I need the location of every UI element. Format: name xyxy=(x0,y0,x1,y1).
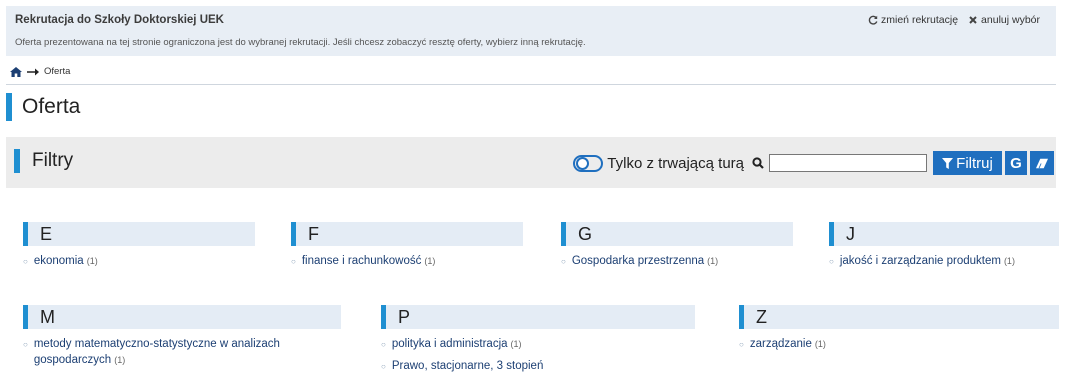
offer-count: (1) xyxy=(814,339,826,349)
filter-controls: Tylko z trwającą turą Filtruj G xyxy=(573,151,1054,175)
offer-link[interactable]: zarządzanie xyxy=(750,338,812,350)
bullet-icon: ○ xyxy=(561,257,566,266)
group-accent-bar xyxy=(561,222,566,246)
list-item: ○ finanse i rachunkowość (1) xyxy=(291,253,523,270)
group-header: E xyxy=(23,222,255,246)
ongoing-round-toggle[interactable] xyxy=(573,154,604,172)
group-header: F xyxy=(291,222,523,246)
list-item: ○ metody matematyczno-statystyczne w ana… xyxy=(23,336,341,368)
list-item: ○ jakość i zarządzanie produktem (1) xyxy=(829,253,1059,270)
offer-count: (1) xyxy=(707,256,719,266)
home-icon[interactable] xyxy=(10,66,22,77)
bullet-icon: ○ xyxy=(23,257,28,266)
letter-group-m: M ○ metody matematyczno-statystyczne w a… xyxy=(23,305,341,368)
group-letter: J xyxy=(846,224,855,244)
group-header: M xyxy=(23,305,341,329)
cancel-selection-link[interactable]: anuluj wybór xyxy=(968,14,1040,26)
change-recruitment-label: zmień rekrutację xyxy=(881,14,959,26)
offer-count: (1) xyxy=(1003,256,1015,266)
page-title: Oferta xyxy=(22,95,81,118)
offer-link[interactable]: finanse i rachunkowość xyxy=(302,255,422,267)
letter-group-j: J ○ jakość i zarządzanie produktem (1) xyxy=(829,222,1059,270)
breadcrumb-current: Oferta xyxy=(44,66,71,77)
funnel-icon xyxy=(942,157,954,169)
list-item: ○ ekonomia (1) xyxy=(23,253,255,270)
banner-actions: zmień rekrutację anuluj wybór xyxy=(868,14,1040,26)
offer-count: (1) xyxy=(114,355,126,365)
ongoing-round-label: Tylko z trwającą turą xyxy=(607,154,744,172)
clear-filters-button[interactable] xyxy=(1030,151,1054,175)
refresh-icon xyxy=(868,15,878,25)
list-item: ○ Gospodarka przestrzenna (1) xyxy=(561,253,793,270)
group-header: G xyxy=(561,222,793,246)
filter-button[interactable]: Filtruj xyxy=(933,151,1002,175)
offer-link[interactable]: ekonomia xyxy=(34,255,84,267)
search-input[interactable] xyxy=(769,154,927,172)
group-letter: M xyxy=(40,307,55,327)
page-title-block: Oferta xyxy=(6,93,80,121)
group-accent-bar xyxy=(381,305,386,329)
offer-count: (1) xyxy=(424,256,436,266)
group-header: P xyxy=(381,305,695,329)
breadcrumb: Oferta xyxy=(10,66,70,77)
bullet-icon: ○ xyxy=(829,257,834,266)
cancel-selection-label: anuluj wybór xyxy=(981,14,1040,26)
offer-link[interactable]: Gospodarka przestrzenna xyxy=(572,255,704,267)
filters-title: Filtry xyxy=(32,150,74,171)
letter-group-e: E ○ ekonomia (1) xyxy=(23,222,255,270)
list-item: ○ polityka i administracja (1) xyxy=(381,336,695,353)
group-accent-bar xyxy=(291,222,296,246)
group-letter: F xyxy=(308,224,319,244)
group-letter: E xyxy=(40,224,53,244)
list-item: ○ Prawo, stacjonarne, 3 stopień xyxy=(381,358,695,375)
filter-button-label: Filtruj xyxy=(956,154,993,172)
bullet-icon: ○ xyxy=(291,257,296,266)
letter-group-z: Z ○ zarządzanie (1) xyxy=(739,305,1059,353)
offer-link[interactable]: metody matematyczno-statystyczne w anali… xyxy=(34,338,280,366)
offer-link[interactable]: polityka i administracja xyxy=(392,338,508,350)
group-accent-bar xyxy=(739,305,744,329)
letter-group-p: P ○ polityka i administracja (1) ○ Prawo,… xyxy=(381,305,695,375)
arrow-right-icon xyxy=(27,68,39,75)
change-recruitment-link[interactable]: zmień rekrutację xyxy=(868,14,958,26)
group-letter: Z xyxy=(756,307,767,327)
bullet-icon: ○ xyxy=(739,340,744,349)
group-accent-bar xyxy=(829,222,834,246)
letter-group-f: F ○ finanse i rachunkowość (1) xyxy=(291,222,523,270)
recruitment-banner: Rekrutacja do Szkoły Doktorskiej UEK Ofe… xyxy=(6,6,1056,56)
filters-accent-bar xyxy=(14,149,20,173)
list-item: ○ zarządzanie (1) xyxy=(739,336,1059,353)
title-accent-bar xyxy=(6,93,12,121)
filters-title-block: Filtry xyxy=(14,149,73,173)
letter-group-g: G ○ Gospodarka przestrzenna (1) xyxy=(561,222,793,270)
search-icon xyxy=(752,157,764,169)
group-letter: G xyxy=(578,224,593,244)
divider xyxy=(6,84,1056,85)
group-letter: P xyxy=(398,307,411,327)
close-icon xyxy=(969,16,977,24)
offer-count: (1) xyxy=(86,256,98,266)
filters-panel: Filtry Tylko z trwającą turą Filtruj G xyxy=(6,137,1056,188)
banner-title: Rekrutacja do Szkoły Doktorskiej UEK xyxy=(15,14,224,26)
offer-link[interactable]: Prawo, stacjonarne, 3 stopień xyxy=(392,360,544,372)
offer-link[interactable]: jakość i zarządzanie produktem xyxy=(840,255,1001,267)
banner-text: Oferta prezentowana na tej stronie ogran… xyxy=(15,37,586,48)
group-accent-bar xyxy=(23,305,28,329)
bullet-icon: ○ xyxy=(381,362,386,371)
eraser-icon xyxy=(1036,158,1048,168)
bullet-icon: ○ xyxy=(381,340,386,349)
group-header: Z xyxy=(739,305,1059,329)
offer-count: (1) xyxy=(510,339,522,349)
g-button[interactable]: G xyxy=(1005,151,1027,175)
bullet-icon: ○ xyxy=(23,340,28,349)
group-header: J xyxy=(829,222,1059,246)
group-accent-bar xyxy=(23,222,28,246)
